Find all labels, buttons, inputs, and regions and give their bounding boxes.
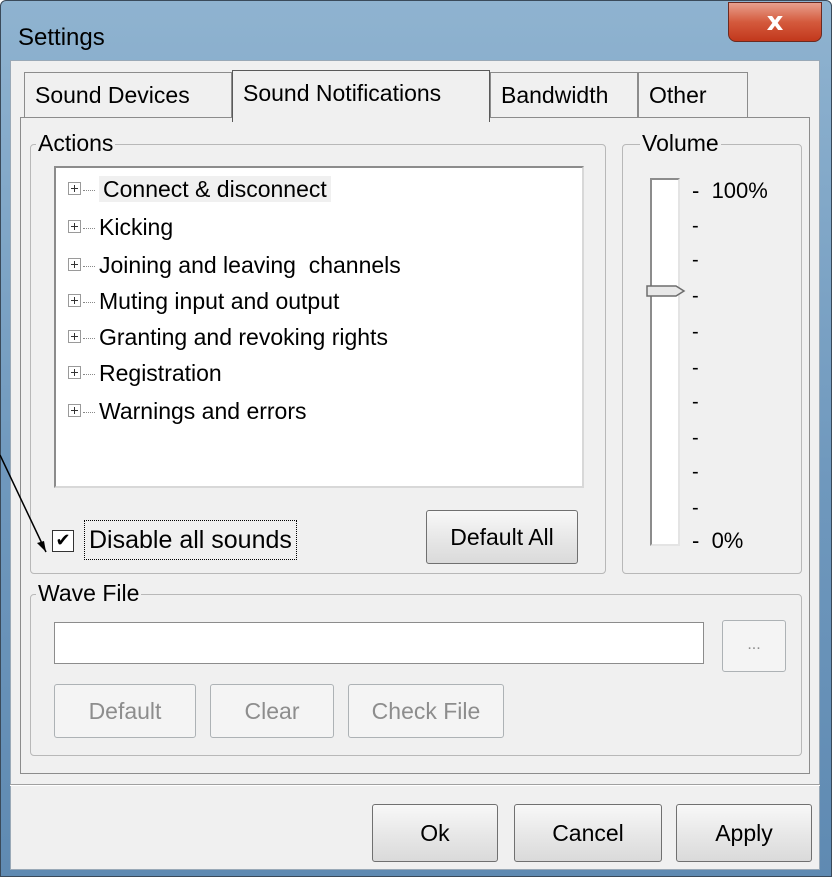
actions-tree[interactable]: Connect & disconnect Kicking Joining and… xyxy=(54,166,584,488)
default-all-button[interactable]: Default All xyxy=(426,510,578,564)
ok-button[interactable]: Ok xyxy=(372,804,498,862)
volume-tick: - xyxy=(692,249,699,271)
title-bar[interactable]: Settings x xyxy=(0,0,832,60)
tab-bandwidth[interactable]: Bandwidth xyxy=(490,72,638,118)
tree-item-granting-revoking[interactable]: Granting and revoking rights xyxy=(68,320,388,354)
tree-item-label: Warnings and errors xyxy=(99,398,307,424)
tab-label: Bandwidth xyxy=(501,82,609,108)
volume-slider-track[interactable] xyxy=(650,178,680,546)
tree-item-joining-leaving[interactable]: Joining and leaving channels xyxy=(68,248,401,282)
plus-box-icon[interactable] xyxy=(68,294,81,308)
tree-item-warnings-errors[interactable]: Warnings and errors xyxy=(68,394,307,428)
tab-label: Sound Notifications xyxy=(243,80,442,106)
volume-tick: - xyxy=(692,427,699,449)
volume-max-text: 100% xyxy=(711,178,768,203)
annotation-arrow xyxy=(0,454,47,553)
volume-group-label: Volume xyxy=(640,130,721,156)
tree-item-label: Joining and leaving channels xyxy=(99,252,401,278)
tab-sound-notifications[interactable]: Sound Notifications xyxy=(232,70,490,122)
tick-mark: - xyxy=(692,178,700,203)
plus-box-icon[interactable] xyxy=(68,330,81,344)
tree-item-registration[interactable]: Registration xyxy=(68,356,222,390)
volume-tick: - xyxy=(692,461,699,483)
wave-file-input[interactable] xyxy=(54,622,704,664)
tree-item-kicking[interactable]: Kicking xyxy=(68,210,173,244)
tree-item-muting[interactable]: Muting input and output xyxy=(68,284,339,318)
tree-item-connect-disconnect[interactable]: Connect & disconnect xyxy=(68,172,331,206)
plus-box-icon[interactable] xyxy=(68,258,81,272)
volume-min-label: - 0% xyxy=(692,530,743,552)
wave-file-group-label: Wave File xyxy=(36,580,142,606)
volume-tick: - xyxy=(692,215,699,237)
close-icon: x xyxy=(766,7,784,37)
volume-tick: - xyxy=(692,391,699,413)
tree-item-label: Muting input and output xyxy=(99,288,340,314)
volume-tick: - xyxy=(692,497,699,519)
volume-min-text: 0% xyxy=(711,528,744,553)
tree-item-label: Kicking xyxy=(99,214,174,240)
volume-group xyxy=(622,144,802,574)
tree-item-label: Granting and revoking rights xyxy=(99,324,388,350)
volume-max-label: - 100% xyxy=(692,180,768,202)
close-button[interactable]: x xyxy=(728,2,822,42)
plus-box-icon[interactable] xyxy=(68,182,81,196)
default-button[interactable]: Default xyxy=(54,684,196,738)
volume-tick: - xyxy=(692,285,699,307)
tree-item-label: Connect & disconnect xyxy=(99,176,331,202)
tree-item-label: Registration xyxy=(99,360,222,386)
plus-box-icon[interactable] xyxy=(68,404,81,418)
volume-tick: - xyxy=(692,357,699,379)
check-file-button[interactable]: Check File xyxy=(348,684,504,738)
cancel-button[interactable]: Cancel xyxy=(514,804,662,862)
tab-other[interactable]: Other xyxy=(638,72,748,118)
disable-all-sounds-label[interactable]: Disable all sounds xyxy=(84,520,297,560)
footer-separator xyxy=(10,784,820,786)
volume-tick: - xyxy=(692,321,699,343)
volume-slider-thumb[interactable] xyxy=(646,284,686,298)
plus-box-icon[interactable] xyxy=(68,366,81,380)
apply-button[interactable]: Apply xyxy=(676,804,812,862)
tab-label: Other xyxy=(649,82,707,108)
plus-box-icon[interactable] xyxy=(68,220,81,234)
tick-mark: - xyxy=(692,528,700,553)
browse-button[interactable]: ... xyxy=(722,620,786,672)
clear-button[interactable]: Clear xyxy=(210,684,334,738)
